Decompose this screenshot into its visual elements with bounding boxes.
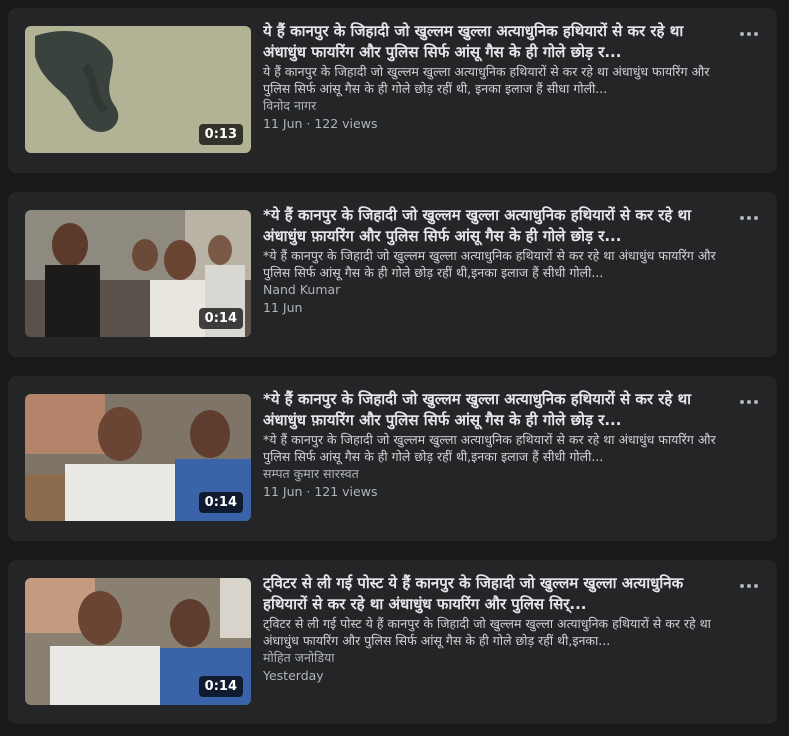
video-title[interactable]: ट्विटर से ली गई पोस्ट ये हैं कानपुर के ज… <box>263 573 729 615</box>
video-info: ये हैं कानपुर के जिहादी जो खुल्लम खुल्ला… <box>263 21 729 133</box>
video-thumbnail[interactable]: 0:14 <box>25 394 251 521</box>
video-title[interactable]: *ये हैं कानपुर के जिहादी जो खुल्लम खुल्ल… <box>263 205 729 247</box>
video-duration: 0:14 <box>198 308 243 329</box>
video-thumbnail[interactable]: 0:13 <box>25 26 251 153</box>
video-description: *ये हैं कानपुर के जिहादी जो खुल्लम खुल्ल… <box>263 432 716 464</box>
video-result-card[interactable]: 0:14 ट्विटर से ली गई पोस्ट ये हैं कानपुर… <box>8 560 777 724</box>
video-author[interactable]: विनोद नागर <box>263 97 729 115</box>
video-description: ये हैं कानपुर के जिहादी जो खुल्लम खुल्ला… <box>263 64 710 96</box>
video-result-card[interactable]: 0:14 *ये हैं कानपुर के जिहादी जो खुल्लम … <box>8 376 777 541</box>
video-duration: 0:14 <box>198 492 243 513</box>
video-meta: Yesterday <box>263 668 324 683</box>
video-author[interactable]: Nand Kumar <box>263 281 729 299</box>
video-duration: 0:13 <box>198 124 243 145</box>
video-results-feed: 0:13 ये हैं कानपुर के जिहादी जो खुल्लम ख… <box>0 0 789 736</box>
more-options-icon[interactable] <box>737 392 761 412</box>
video-title[interactable]: *ये हैं कानपुर के जिहादी जो खुल्लम खुल्ल… <box>263 389 729 431</box>
more-options-icon[interactable] <box>737 576 761 596</box>
video-result-card[interactable]: 0:13 ये हैं कानपुर के जिहादी जो खुल्लम ख… <box>8 8 777 173</box>
video-meta: 11 Jun · 121 views <box>263 484 378 499</box>
video-author[interactable]: सम्पत कुमार सारस्वत <box>263 465 729 483</box>
video-result-card[interactable]: 0:14 *ये हैं कानपुर के जिहादी जो खुल्लम … <box>8 192 777 357</box>
video-info: *ये हैं कानपुर के जिहादी जो खुल्लम खुल्ल… <box>263 205 729 317</box>
video-thumbnail[interactable]: 0:14 <box>25 210 251 337</box>
more-options-icon[interactable] <box>737 24 761 44</box>
video-meta: 11 Jun <box>263 300 303 315</box>
video-author[interactable]: मोहित जनोडिया <box>263 649 729 667</box>
video-duration: 0:14 <box>198 676 243 697</box>
video-description: ट्विटर से ली गई पोस्ट ये हैं कानपुर के ज… <box>263 616 711 648</box>
video-description: *ये हैं कानपुर के जिहादी जो खुल्लम खुल्ल… <box>263 248 716 280</box>
video-info: ट्विटर से ली गई पोस्ट ये हैं कानपुर के ज… <box>263 573 729 685</box>
video-title[interactable]: ये हैं कानपुर के जिहादी जो खुल्लम खुल्ला… <box>263 21 729 63</box>
video-thumbnail[interactable]: 0:14 <box>25 578 251 705</box>
more-options-icon[interactable] <box>737 208 761 228</box>
video-info: *ये हैं कानपुर के जिहादी जो खुल्लम खुल्ल… <box>263 389 729 501</box>
video-meta: 11 Jun · 122 views <box>263 116 378 131</box>
